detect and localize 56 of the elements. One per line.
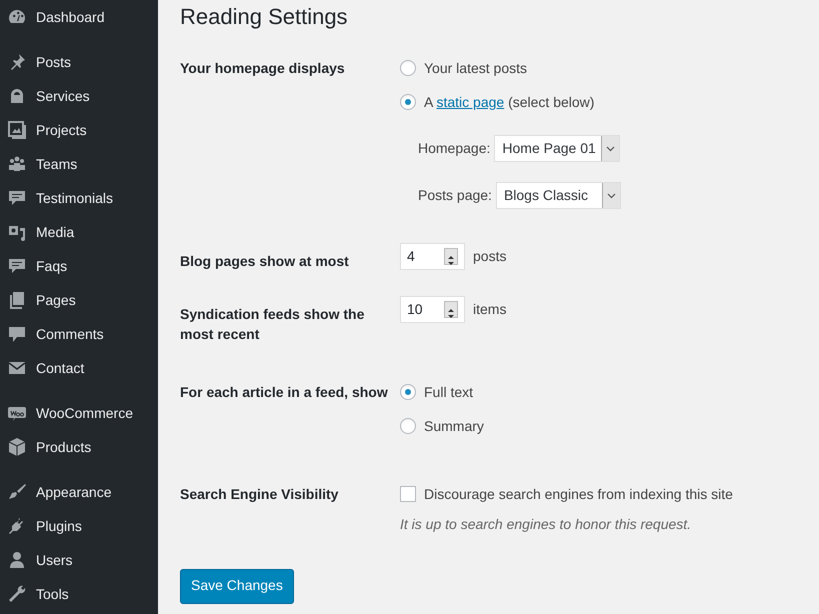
- menu-item[interactable]: Comments: [0, 317, 158, 351]
- dropdown-select[interactable]: Home Page 01: [494, 135, 620, 162]
- pages-icon: [7, 290, 27, 310]
- radio-button[interactable]: [400, 384, 416, 400]
- option-label: Your latest posts: [424, 58, 527, 78]
- caret-icon: [606, 192, 616, 198]
- menu-item[interactable]: Pages: [0, 283, 158, 317]
- field-label: Syndication feeds show the most recent: [180, 305, 366, 344]
- unit-label: posts: [473, 247, 506, 266]
- field-label: Blog pages show at most: [180, 252, 350, 271]
- menu-item[interactable]: Projects: [0, 113, 158, 147]
- menu-item[interactable]: Products: [0, 430, 158, 464]
- select-label: Posts page:: [418, 186, 492, 205]
- option-label: Full text: [424, 382, 474, 402]
- radio-button[interactable]: [400, 60, 416, 76]
- dropdown-select[interactable]: Blogs Classic: [496, 182, 621, 209]
- field-description: It is up to search engines to honor this request.: [400, 515, 692, 534]
- number-field[interactable]: 10: [400, 296, 465, 323]
- radio-button[interactable]: [400, 418, 416, 434]
- menu-item[interactable]: Media: [0, 215, 158, 249]
- checkbox[interactable]: [400, 486, 416, 502]
- checkbox-label: Discourage search engines from indexing this site: [424, 484, 733, 504]
- menu-item[interactable]: Dashboard: [0, 0, 158, 34]
- menu-item[interactable]: Users: [0, 543, 158, 577]
- comment-icon: [7, 324, 27, 344]
- gallery-icon: [7, 120, 27, 140]
- menu-item[interactable]: Teams: [0, 147, 158, 181]
- box-icon: [7, 437, 27, 457]
- field-label: Search Engine Visibility: [180, 485, 340, 504]
- field-label: Your homepage displays: [180, 59, 346, 78]
- select-label: Homepage:: [418, 139, 490, 158]
- brush-icon: [7, 482, 27, 502]
- caret-icon: [606, 146, 616, 152]
- menu-item[interactable]: Plugins: [0, 509, 158, 543]
- number-field[interactable]: 4: [400, 243, 465, 270]
- page-title: Reading Settings: [180, 3, 349, 31]
- speech-icon: [7, 188, 27, 208]
- menu-item[interactable]: Tools: [0, 577, 158, 611]
- menu-item[interactable]: WooCommerce: [0, 396, 158, 430]
- menu-item[interactable]: Appearance: [0, 475, 158, 509]
- static-page-link[interactable]: static page: [436, 94, 504, 110]
- speech-icon: [7, 256, 27, 276]
- menu-item[interactable]: Services: [0, 79, 158, 113]
- people-icon: [7, 154, 27, 174]
- field-label: For each article in a feed, show: [180, 383, 389, 402]
- radio-button[interactable]: [400, 94, 416, 110]
- unit-label: items: [473, 300, 506, 319]
- menu-item[interactable]: Faqs: [0, 249, 158, 283]
- wrench-icon: [7, 584, 27, 604]
- menu-item[interactable]: Testimonials: [0, 181, 158, 215]
- user-icon: [7, 550, 27, 570]
- option-label: Summary: [424, 416, 484, 436]
- save-button[interactable]: Save Changes: [180, 569, 294, 604]
- option-label: A static page (select below): [424, 92, 594, 112]
- menu-item[interactable]: Posts: [0, 45, 158, 79]
- menu-item[interactable]: Contact: [0, 351, 158, 385]
